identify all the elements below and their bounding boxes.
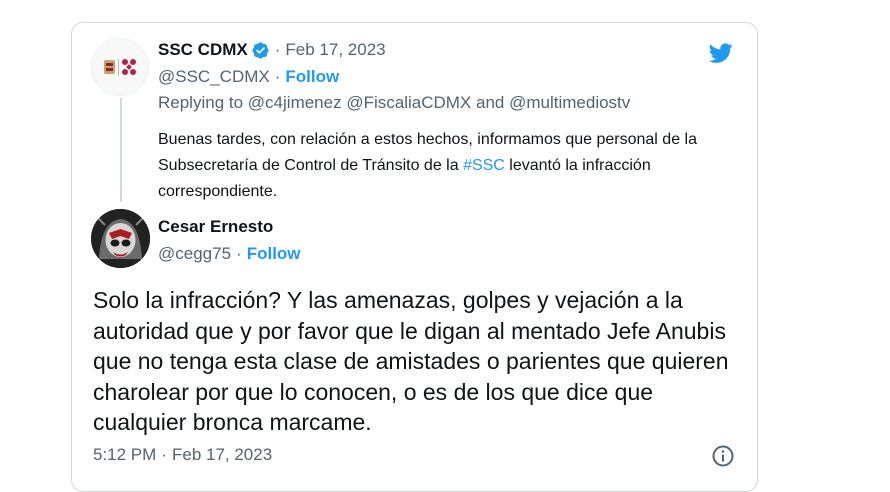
reply-tweet-header: Cesar Ernesto @cegg75 · Follow bbox=[158, 216, 698, 266]
mention-link[interactable]: @multimediostv bbox=[509, 93, 630, 112]
separator-dot: · bbox=[236, 244, 242, 263]
quoted-tweet: SSC CDMX · Feb 17, 2023 @SSC_CDMX · Foll… bbox=[158, 39, 698, 205]
hashtag-link[interactable]: #SSC bbox=[463, 157, 505, 174]
ssc-cdmx-logo-icon bbox=[104, 59, 136, 76]
separator-dot: · bbox=[274, 40, 281, 59]
thread-connector-line bbox=[120, 98, 122, 202]
separator-dot: · bbox=[161, 445, 167, 464]
quoted-handle-line: @SSC_CDMX · Follow bbox=[158, 65, 698, 89]
ssc-cdmx-avatar[interactable] bbox=[91, 38, 149, 96]
replying-prefix: Replying to bbox=[158, 93, 244, 112]
twitter-bird-icon[interactable] bbox=[706, 41, 736, 65]
follow-button[interactable]: Follow bbox=[247, 244, 301, 264]
avatar-image bbox=[91, 209, 150, 268]
follow-button[interactable]: Follow bbox=[285, 67, 339, 87]
tweet-date[interactable]: Feb 17, 2023 bbox=[172, 445, 272, 465]
reply-handle-line: @cegg75 · Follow bbox=[158, 242, 698, 266]
replying-and: and bbox=[476, 93, 505, 112]
reply-name-line: Cesar Ernesto bbox=[158, 216, 698, 238]
separator-dot: · bbox=[274, 67, 281, 86]
replying-to: Replying to @c4jimenez @FiscaliaCDMX and… bbox=[158, 93, 698, 117]
tweet-time[interactable]: 5:12 PM bbox=[93, 445, 156, 465]
mention-link[interactable]: @c4jimenez bbox=[248, 93, 342, 112]
cesar-ernesto-avatar[interactable] bbox=[91, 209, 150, 268]
quoted-display-name[interactable]: SSC CDMX bbox=[158, 40, 248, 60]
reply-display-name[interactable]: Cesar Ernesto bbox=[158, 217, 273, 237]
tweet-timestamp[interactable]: 5:12 PM · Feb 17, 2023 bbox=[93, 445, 272, 465]
quoted-tweet-text: Buenas tardes, con relación a estos hech… bbox=[158, 127, 738, 205]
mention-link[interactable]: @FiscaliaCDMX bbox=[346, 93, 471, 112]
reply-handle[interactable]: @cegg75 bbox=[158, 244, 231, 264]
verified-badge-icon bbox=[252, 41, 269, 59]
reply-tweet-text: Solo la infracción? Y las amenazas, golp… bbox=[93, 287, 729, 435]
quoted-handle[interactable]: @SSC_CDMX bbox=[158, 67, 270, 87]
quoted-date[interactable]: Feb 17, 2023 bbox=[285, 40, 385, 60]
info-icon[interactable] bbox=[711, 444, 735, 468]
quoted-tweet-header: SSC CDMX · Feb 17, 2023 bbox=[158, 39, 698, 61]
